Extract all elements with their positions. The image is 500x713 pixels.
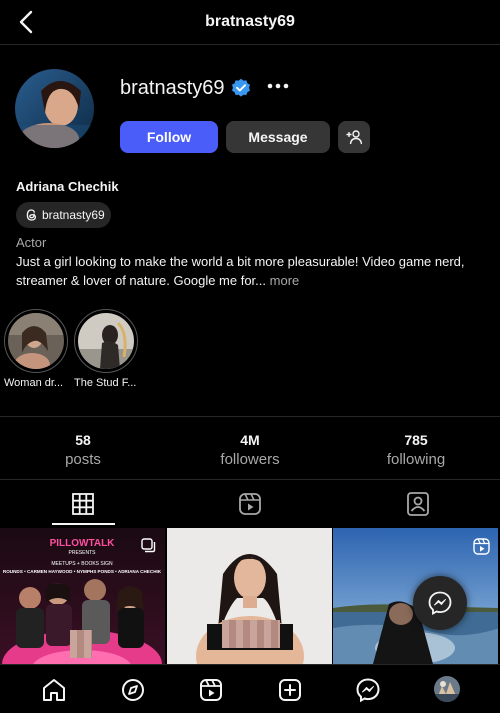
posts-label: posts bbox=[65, 451, 101, 468]
home-icon[interactable] bbox=[41, 677, 67, 703]
grid-post[interactable]: PILLOWTALK PRESENTS MEETUPS + BOOKS SIGN… bbox=[0, 528, 165, 664]
grid-post[interactable] bbox=[167, 528, 332, 664]
stats-divider-top bbox=[0, 416, 500, 417]
bio-more-link[interactable]: more bbox=[270, 273, 300, 288]
messenger-icon bbox=[428, 591, 452, 616]
highlight-label: The Stud F... bbox=[74, 377, 137, 389]
posts-number: 58 bbox=[75, 432, 91, 448]
post-names: ROUNDS • CARMEN HAYWOOD • NYMPHS PONDS •… bbox=[3, 569, 162, 574]
post-subtitle: MEETUPS + BOOKS SIGN bbox=[51, 561, 113, 567]
highlight-cover bbox=[4, 309, 68, 373]
messenger-button[interactable] bbox=[413, 576, 467, 630]
reels-tab-icon[interactable] bbox=[235, 489, 265, 519]
profile-avatar[interactable] bbox=[434, 676, 460, 702]
reels-icon[interactable] bbox=[198, 677, 224, 703]
message-button[interactable]: Message bbox=[226, 121, 330, 153]
following-count[interactable]: 785 following bbox=[356, 431, 476, 471]
add-person-icon bbox=[346, 130, 362, 145]
following-label: following bbox=[386, 451, 446, 468]
carousel-icon bbox=[141, 538, 156, 553]
post-presents: PRESENTS bbox=[69, 550, 97, 556]
profile-full-name: Adriana Chechik bbox=[16, 179, 119, 194]
bottom-navigation bbox=[0, 664, 500, 713]
more-options-icon[interactable] bbox=[264, 74, 292, 98]
profile-bio: Just a girl looking to make the world a … bbox=[16, 252, 486, 290]
bio-text: Just a girl looking to make the world a … bbox=[16, 254, 465, 288]
profile-avatar[interactable] bbox=[15, 69, 94, 148]
verified-badge-icon bbox=[232, 78, 250, 97]
highlight-item[interactable]: The Stud F... bbox=[74, 309, 140, 389]
highlight-cover bbox=[74, 309, 138, 373]
profile-username: bratnasty69 bbox=[120, 77, 225, 99]
censor-block bbox=[222, 620, 280, 648]
highlight-label: Woman dr... bbox=[4, 377, 64, 389]
threads-icon bbox=[26, 209, 37, 221]
tagged-tab-icon[interactable] bbox=[403, 489, 433, 519]
explore-icon[interactable] bbox=[120, 677, 146, 703]
followers-count[interactable]: 4M followers bbox=[190, 431, 310, 471]
messenger-icon[interactable] bbox=[355, 677, 381, 703]
following-number: 785 bbox=[404, 432, 428, 448]
threads-link[interactable]: bratnasty69 bbox=[16, 202, 111, 228]
active-tab-indicator bbox=[52, 523, 115, 525]
top-bar: bratnasty69 bbox=[0, 0, 500, 45]
followers-number: 4M bbox=[240, 432, 260, 448]
new-post-icon[interactable] bbox=[277, 677, 303, 703]
page-title: bratnasty69 bbox=[205, 13, 295, 30]
grid-icon[interactable] bbox=[68, 489, 98, 519]
posts-count: 58 posts bbox=[23, 431, 143, 471]
followers-label: followers bbox=[220, 451, 280, 468]
suggested-users-button[interactable] bbox=[338, 121, 370, 153]
profile-category: Actor bbox=[16, 235, 47, 250]
tabs-divider bbox=[0, 479, 500, 480]
reel-indicator-icon bbox=[473, 538, 490, 555]
follow-button[interactable]: Follow bbox=[120, 121, 218, 153]
highlight-item[interactable]: Woman dr... bbox=[4, 309, 70, 389]
post-brand: PILLOWTALK bbox=[50, 538, 116, 549]
threads-handle: bratnasty69 bbox=[42, 208, 105, 222]
censor-block bbox=[70, 630, 92, 658]
